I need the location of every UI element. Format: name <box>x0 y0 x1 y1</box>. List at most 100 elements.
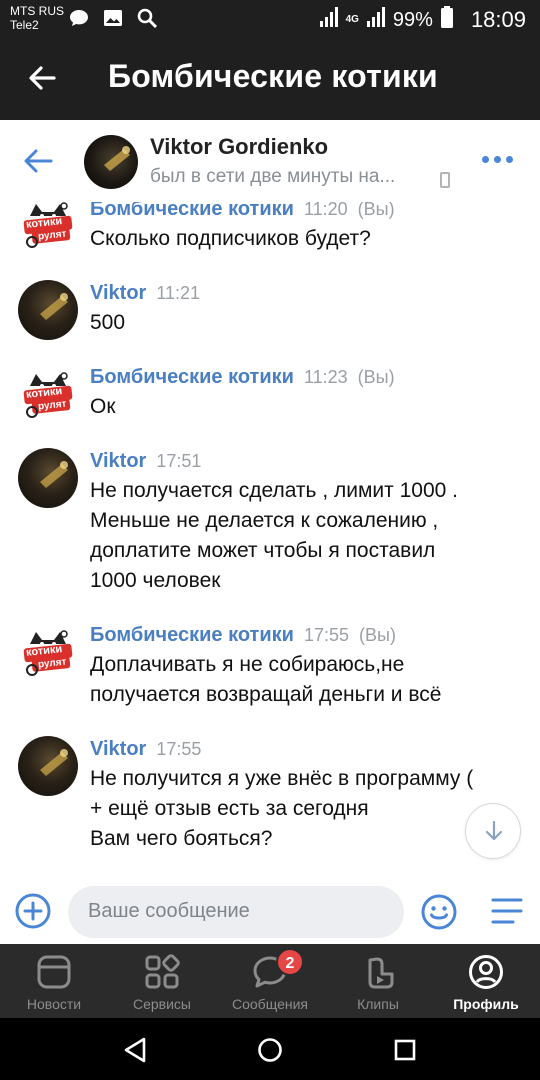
message-text-line: Не получится я уже внёс в программу ( <box>90 767 474 790</box>
message-time: 17:55 <box>303 625 349 645</box>
tab-profile[interactable]: Профиль <box>432 944 540 1018</box>
message-text-line: доплатите может чтобы я поставил <box>90 539 436 562</box>
messages-unread-badge: 2 <box>276 948 304 976</box>
message-text-line: + ещё отзыв есть за сегодня <box>90 797 369 820</box>
message-input[interactable]: Ваше сообщение <box>68 886 404 938</box>
search-icon <box>136 7 158 34</box>
sender-avatar[interactable] <box>18 448 78 508</box>
status-indicators: 4G 99% 18:09 <box>319 6 526 34</box>
message-text: Доплачивать я не собираюсь,не получается … <box>90 650 530 710</box>
message-text: Ок <box>90 392 530 422</box>
message-author[interactable]: Бомбические котики 11:23 (Вы) <box>90 366 395 389</box>
back-arrow-icon[interactable] <box>26 62 58 99</box>
notification-icons <box>68 7 158 34</box>
message-item[interactable]: Viktor 17:55 Не получится я уже внёс в про… <box>0 734 540 864</box>
carrier-1: MTS RUS <box>10 4 64 18</box>
arrow-down-icon <box>484 820 504 847</box>
message-text-line: Не получается сделать , лимит 1000 . <box>90 479 458 502</box>
tab-clips[interactable]: Клипы <box>324 944 432 1018</box>
tab-messages-label: Сообщения <box>232 996 308 1012</box>
message-input-placeholder: Ваше сообщение <box>88 900 250 922</box>
message-composer: Ваше сообщение <box>0 872 540 944</box>
image-icon <box>102 7 124 34</box>
tab-messages[interactable]: Сообщения <box>216 944 324 1018</box>
chat-bubble-icon <box>68 7 90 34</box>
message-author[interactable]: Бомбические котики 11:20 (Вы) <box>90 202 395 221</box>
message-text-line: 500 <box>90 311 126 334</box>
carrier-info: MTS RUS Tele2 <box>10 4 64 32</box>
author-name[interactable]: Viktor <box>90 282 146 304</box>
group-avatar[interactable]: котики рулят <box>18 622 78 682</box>
message-text-line: Вам чего бояться? <box>90 827 273 850</box>
attach-plus-icon[interactable] <box>14 892 52 935</box>
signal-icon <box>319 7 338 33</box>
message-text-line: Ок <box>90 395 116 418</box>
message-item[interactable]: котики рулят Бомбические котики 11:20 (Вы) Ск… <box>0 202 540 264</box>
group-title: Бомбические котики <box>108 58 438 94</box>
tab-news[interactable]: Новости <box>0 944 108 1018</box>
scroll-down-button[interactable] <box>465 803 521 859</box>
news-icon <box>36 954 72 990</box>
profile-icon <box>468 954 504 990</box>
status-bar: MTS RUS Tele2 4G 99% 18:09 <box>0 0 540 38</box>
author-name[interactable]: Бомбические котики <box>90 202 294 220</box>
nav-home-icon[interactable] <box>256 1036 284 1069</box>
screen: MTS RUS Tele2 4G 99% 18:09 Бомбические к… <box>0 0 540 1080</box>
tab-services-label: Сервисы <box>132 996 191 1012</box>
more-options-icon[interactable] <box>482 156 513 163</box>
tab-clips-label: Клипы <box>357 996 399 1012</box>
group-avatar[interactable]: котики рулят <box>18 202 78 254</box>
message-time: 17:51 <box>156 451 202 471</box>
own-message-marker: (Вы) <box>359 625 396 645</box>
battery-percent: 99% <box>392 8 433 31</box>
message-text-line: получается возвращай деньги и всё <box>90 683 442 706</box>
services-icon <box>144 954 180 990</box>
bottom-tab-bar: Новости Сервисы Сообщения Клипы Профиль <box>0 944 540 1018</box>
message-author[interactable]: Viktor 17:55 <box>90 738 201 761</box>
carrier-2: Tele2 <box>10 18 39 32</box>
system-nav-bar <box>0 1018 540 1080</box>
menu-lines-icon[interactable] <box>490 896 524 931</box>
message-author[interactable]: Viktor 17:51 <box>90 450 201 473</box>
message-author[interactable]: Бомбические котики 17:55 (Вы) <box>90 624 396 647</box>
message-item[interactable]: котики рулят Бомбические котики 17:55 (Вы) До… <box>0 620 540 720</box>
message-item[interactable]: Viktor 17:51 Не получается сделать , лимит… <box>0 446 540 606</box>
tab-services[interactable]: Сервисы <box>108 944 216 1018</box>
own-message-marker: (Вы) <box>357 367 395 387</box>
contact-name[interactable]: Viktor Gordienko <box>150 134 328 160</box>
message-time: 17:55 <box>156 739 202 759</box>
message-text: Не получается сделать , лимит 1000 . Мень… <box>90 476 530 596</box>
message-text-line: Меньше не делается к сожалению , <box>90 509 439 532</box>
message-item[interactable]: котики рулят Бомбические котики 11:23 (Вы) Ок <box>0 362 540 432</box>
nav-recents-icon[interactable] <box>392 1036 418 1069</box>
sender-avatar[interactable] <box>18 736 78 796</box>
signal-icon-2 <box>366 7 385 33</box>
message-time: 11:23 <box>303 367 348 387</box>
network-4g-icon: 4G <box>345 14 359 25</box>
tab-profile-label: Профиль <box>453 996 519 1012</box>
message-text-line: Доплачивать я не собираюсь,не <box>90 653 405 676</box>
emoji-smile-icon[interactable] <box>420 893 458 936</box>
chat-header: Viktor Gordienko был в сети две минуты н… <box>0 120 540 202</box>
group-avatar[interactable]: котики рулят <box>18 364 78 424</box>
author-name[interactable]: Viktor <box>90 738 146 760</box>
sender-avatar[interactable] <box>18 280 78 340</box>
message-item[interactable]: Viktor 11:21 500 <box>0 278 540 348</box>
message-text: 500 <box>90 308 530 338</box>
author-name[interactable]: Бомбические котики <box>90 366 294 388</box>
author-name[interactable]: Бомбические котики <box>90 624 294 646</box>
clips-icon <box>360 954 396 990</box>
author-name[interactable]: Viktor <box>90 450 146 472</box>
contact-avatar[interactable] <box>84 135 138 189</box>
message-time: 11:20 <box>303 202 348 219</box>
chat-back-arrow-icon[interactable] <box>22 146 54 181</box>
message-text-line: 1000 человек <box>90 569 221 592</box>
message-author[interactable]: Viktor 11:21 <box>90 282 200 305</box>
message-text: Не получится я уже внёс в программу ( + е… <box>90 764 530 854</box>
message-list[interactable]: котики рулят Бомбические котики 11:20 (Вы) Ск… <box>0 202 540 872</box>
clock: 18:09 <box>470 7 526 32</box>
nav-back-icon[interactable] <box>122 1036 148 1069</box>
group-app-bar: Бомбические котики <box>0 38 540 120</box>
battery-icon <box>440 6 453 34</box>
message-text-line: Сколько подписчиков будет? <box>90 227 371 250</box>
